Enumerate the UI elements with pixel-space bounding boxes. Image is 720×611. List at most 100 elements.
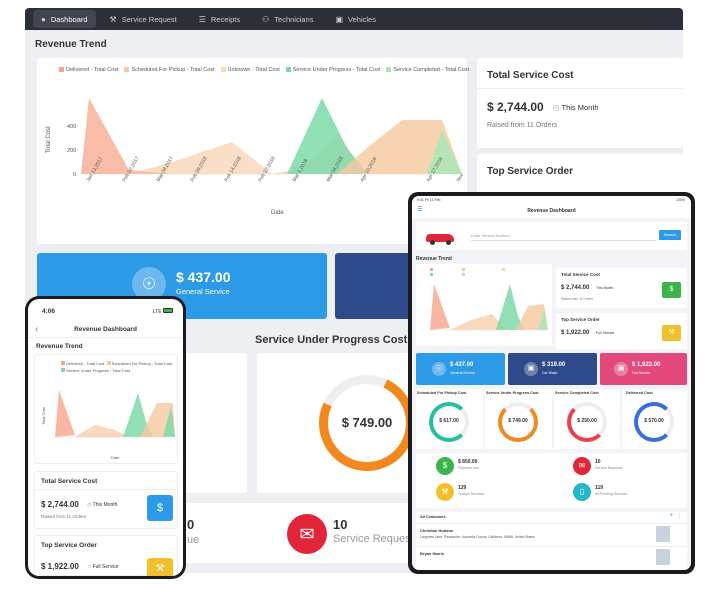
tablet-top-card: Top Service Order $ 1,922.00 Full Servic… — [556, 313, 687, 349]
phone-total-title: Total Service Cost — [41, 478, 98, 485]
nav-vehicles[interactable]: ▣ Vehicles — [327, 10, 384, 28]
receipt-icon: ☰ — [198, 14, 206, 24]
x-axis-label: Date — [111, 455, 120, 460]
more-icon[interactable]: ⋮ — [677, 513, 682, 519]
phone-time: 4:06 — [42, 308, 56, 315]
tablet-total-card: Total Service Cost $ 2,744.00 This Month… — [556, 268, 687, 308]
money-bag-icon: $ — [147, 495, 173, 521]
steering-wheel-icon: ☉ — [432, 362, 446, 376]
gauge-card-scheduled: Scheduled For Pickup Cost $ 617.00 — [416, 389, 483, 449]
search-button[interactable]: Search — [659, 230, 681, 240]
tablet-device: 9:41 Fri 11 Feb 100% ☰ Revenue Dashboard… — [408, 192, 695, 574]
add-icon[interactable]: + — [669, 513, 673, 519]
tools-icon: ⚒ — [436, 483, 454, 501]
divider — [477, 88, 683, 89]
stat-value: 129 — [458, 485, 467, 491]
x-axis-label: Date — [271, 210, 284, 216]
gauge-card-progress: Service Under Progress Cost $ 749.00 — [485, 389, 552, 449]
mobile-icon: ▯ — [573, 483, 591, 501]
tablet-tile-carwash[interactable]: ▣ $ 319.00 Car Wash — [508, 353, 597, 385]
gauge-label: Delivered Cost — [626, 391, 653, 395]
period-label: This Month — [92, 502, 118, 508]
phone-total-card: Total Service Cost $ 2,744.00 ◴ This Mon… — [34, 471, 179, 529]
nav-service-request[interactable]: ⚒ Service Request — [102, 10, 185, 28]
top-order-title: Top Service Order — [487, 166, 573, 177]
car-wash-tile[interactable] — [335, 253, 415, 319]
nav-label: Vehicles — [348, 14, 376, 24]
avatar — [656, 549, 670, 565]
wrench-icon: ⚒ — [109, 14, 117, 24]
tablet-revenue-title: Revenue Trend — [416, 256, 452, 262]
wrench-icon: ⚒ — [147, 558, 173, 576]
revenue-chart-card: Delivered - Total Cost Scheduled For Pic… — [37, 58, 469, 244]
total-service-value: $ 2,744.00 — [487, 100, 544, 114]
y-tick: 0 — [73, 172, 76, 178]
nav-label: Technicians — [274, 14, 314, 24]
phone-total-value: $ 2,744.00 — [41, 500, 79, 509]
signal-label: LTE — [152, 309, 162, 315]
car-illustration-icon — [422, 226, 458, 246]
payment-icon: $ — [436, 457, 454, 475]
gauge-card — [185, 353, 247, 493]
total-service-title: Total Service Cost — [487, 70, 574, 81]
stat-value: 10 — [595, 459, 601, 465]
tablet-top-value: $ 1,922.00 — [561, 330, 590, 336]
gauge-card-delivered: Delivered Cost $ 570.00 — [622, 389, 687, 449]
stat-label: Payment Due — [458, 466, 480, 470]
phone-area-chart: Total Cost Date — [41, 390, 175, 460]
stat-label: Today's Services — [458, 492, 485, 496]
phone-signal: LTE — [153, 308, 173, 315]
gauge-card-completed: Service Completed Cost $ 250.00 — [554, 389, 620, 449]
stat-label: All Pending Services — [595, 492, 628, 496]
customer-name[interactable]: Bryan Harris — [420, 551, 444, 556]
stat-label: Service Requests — [595, 466, 623, 470]
tablet-screen: 9:41 Fri 11 Feb 100% ☰ Revenue Dashboard… — [412, 196, 691, 570]
tablet-tile-full[interactable]: ▣ $ 1,922.00 Full Service — [600, 353, 687, 385]
top-navigation: ● Dashboard ⚒ Service Request ☰ Receipts ⚇ T… — [25, 8, 683, 30]
phone-top-title: Top Service Order — [41, 542, 97, 549]
gauge-value: $ 749.00 — [508, 418, 528, 424]
car-icon: ▣ — [335, 14, 344, 24]
stat-value: 119 — [595, 485, 604, 491]
nav-label: Receipts — [210, 14, 241, 24]
customer-address: Longview Lane, Pleasanton, Alameda Count… — [420, 535, 535, 539]
nav-label: Dashboard — [50, 14, 88, 24]
y-tick: 400 — [67, 124, 76, 130]
tile-label: General Service — [450, 371, 476, 375]
customers-title: All Customers — [420, 515, 446, 519]
nav-receipts[interactable]: ☰ Receipts — [191, 10, 248, 28]
customer-name[interactable]: Christian Hudson — [420, 528, 453, 533]
clock-icon: ◴ — [553, 103, 562, 112]
requests-number: 10 — [333, 517, 348, 532]
phone-top-label: ↗ Full Service — [87, 564, 119, 570]
left-stat-number: 0 — [187, 517, 195, 532]
y-axis-label: Total Cost — [46, 126, 52, 153]
customers-card: All Customers + ⋮ Christian Hudson Longv… — [416, 512, 687, 570]
phone-total-period: ◴ This Month — [87, 502, 117, 508]
car-icon: ▣ — [614, 362, 628, 376]
general-service-value: $ 437.00 — [176, 269, 231, 285]
money-bag-icon: $ — [662, 282, 681, 298]
tablet-header — [412, 196, 691, 218]
nav-technicians[interactable]: ⚇ Technicians — [254, 10, 321, 28]
phone-section-title: Revenue Trend — [36, 343, 83, 350]
tile-value: $ 1,922.00 — [632, 362, 661, 368]
car-icon: ▣ — [524, 362, 538, 376]
phone-chart-card: Delivered - Total Cost Scheduled For Pic… — [34, 354, 178, 464]
tablet-chart-card — [416, 264, 552, 346]
tablet-tile-general[interactable]: ☉ $ 437.00 General Service — [416, 353, 505, 385]
user-icon: ● — [41, 14, 46, 24]
top-order-card: Top Service Order — [477, 154, 683, 194]
gauge-value: $ 617.00 — [439, 418, 459, 424]
divider — [28, 337, 183, 338]
wrench-icon: ⚒ — [662, 325, 681, 341]
vehicle-search-input[interactable]: Enter Vehicle Number — [471, 230, 656, 241]
gauge-value: $ 250.00 — [577, 418, 597, 424]
left-stat-label: ue — [187, 534, 200, 546]
tile-value: $ 319.00 — [542, 362, 566, 368]
tablet-stats-card: $ $ 850.00 Payment Due ✉ 10 Service Requ… — [416, 453, 687, 508]
nav-dashboard[interactable]: ● Dashboard — [33, 10, 96, 28]
y-axis-label: Total Cost — [41, 406, 46, 425]
period-label: This Month — [561, 103, 599, 112]
tablet-total-value: $ 2,744.00 — [561, 285, 590, 291]
